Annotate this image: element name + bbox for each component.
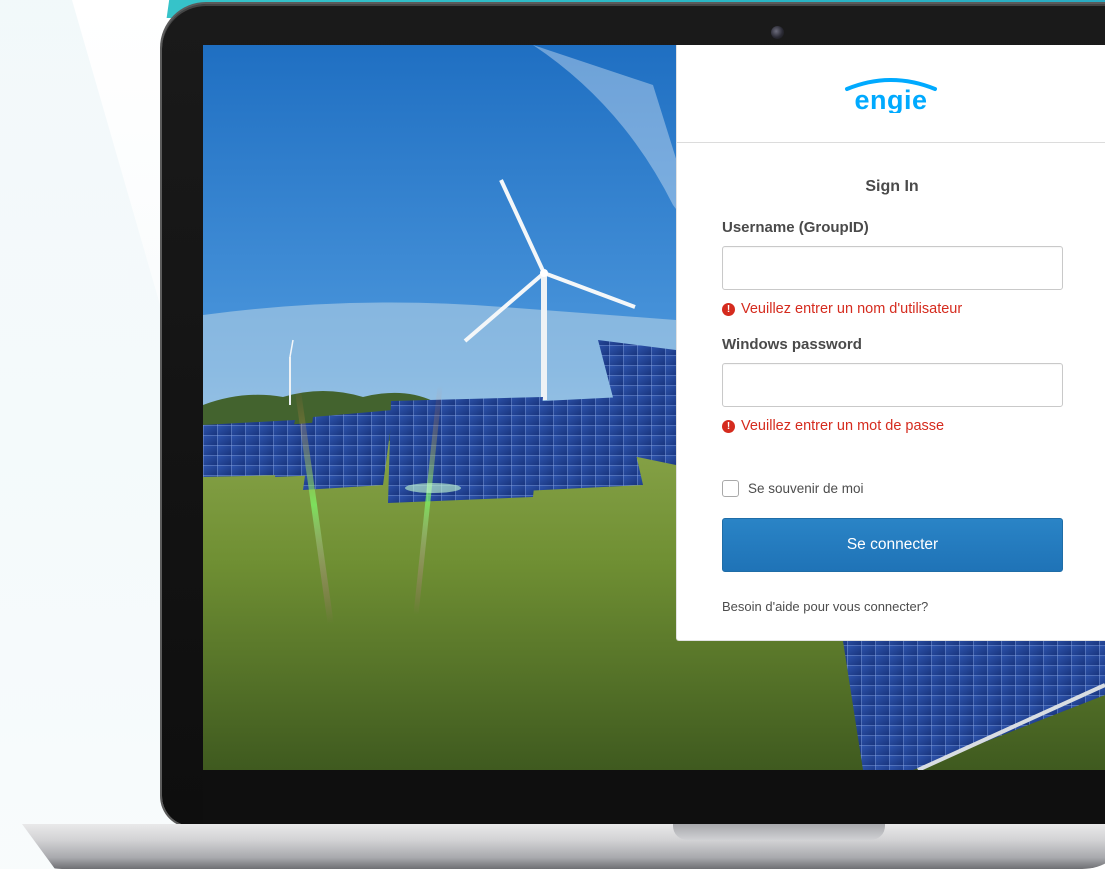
remember-me[interactable]: Se souvenir de moi [722, 479, 1062, 497]
laptop-screen: engie Sign In Username (GroupID) ! Veuil… [203, 45, 1105, 770]
password-label: Windows password [722, 336, 862, 353]
username-error: ! Veuillez entrer un nom d'utilisateur [722, 300, 1062, 318]
error-icon: ! [722, 302, 735, 316]
login-card: engie Sign In Username (GroupID) ! Veuil… [676, 45, 1105, 641]
login-form: Sign In Username (GroupID) ! Veuillez en… [677, 178, 1105, 615]
sign-in-button[interactable]: Se connecter [722, 518, 1063, 572]
logo-text: engie [854, 85, 927, 113]
laptop-chin [203, 770, 1105, 826]
password-input[interactable] [722, 363, 1063, 407]
password-error-text: Veuillez entrer un mot de passe [741, 418, 945, 434]
error-icon: ! [722, 419, 735, 433]
username-input[interactable] [722, 246, 1063, 290]
remember-me-checkbox[interactable] [722, 479, 739, 497]
camera-icon [771, 26, 784, 39]
card-header: engie [677, 45, 1105, 143]
page-title: Sign In [865, 178, 919, 195]
password-error: ! Veuillez entrer un mot de passe [722, 417, 1062, 435]
username-label: Username (GroupID) [722, 219, 869, 236]
username-error-text: Veuillez entrer un nom d'utilisateur [741, 301, 963, 317]
help-link[interactable]: Besoin d'aide pour vous connecter? [722, 599, 1062, 615]
laptop-base [22, 824, 1105, 869]
remember-me-label[interactable]: Se souvenir de moi [748, 481, 864, 496]
engie-logo: engie [845, 77, 937, 113]
laptop-notch [673, 824, 885, 840]
